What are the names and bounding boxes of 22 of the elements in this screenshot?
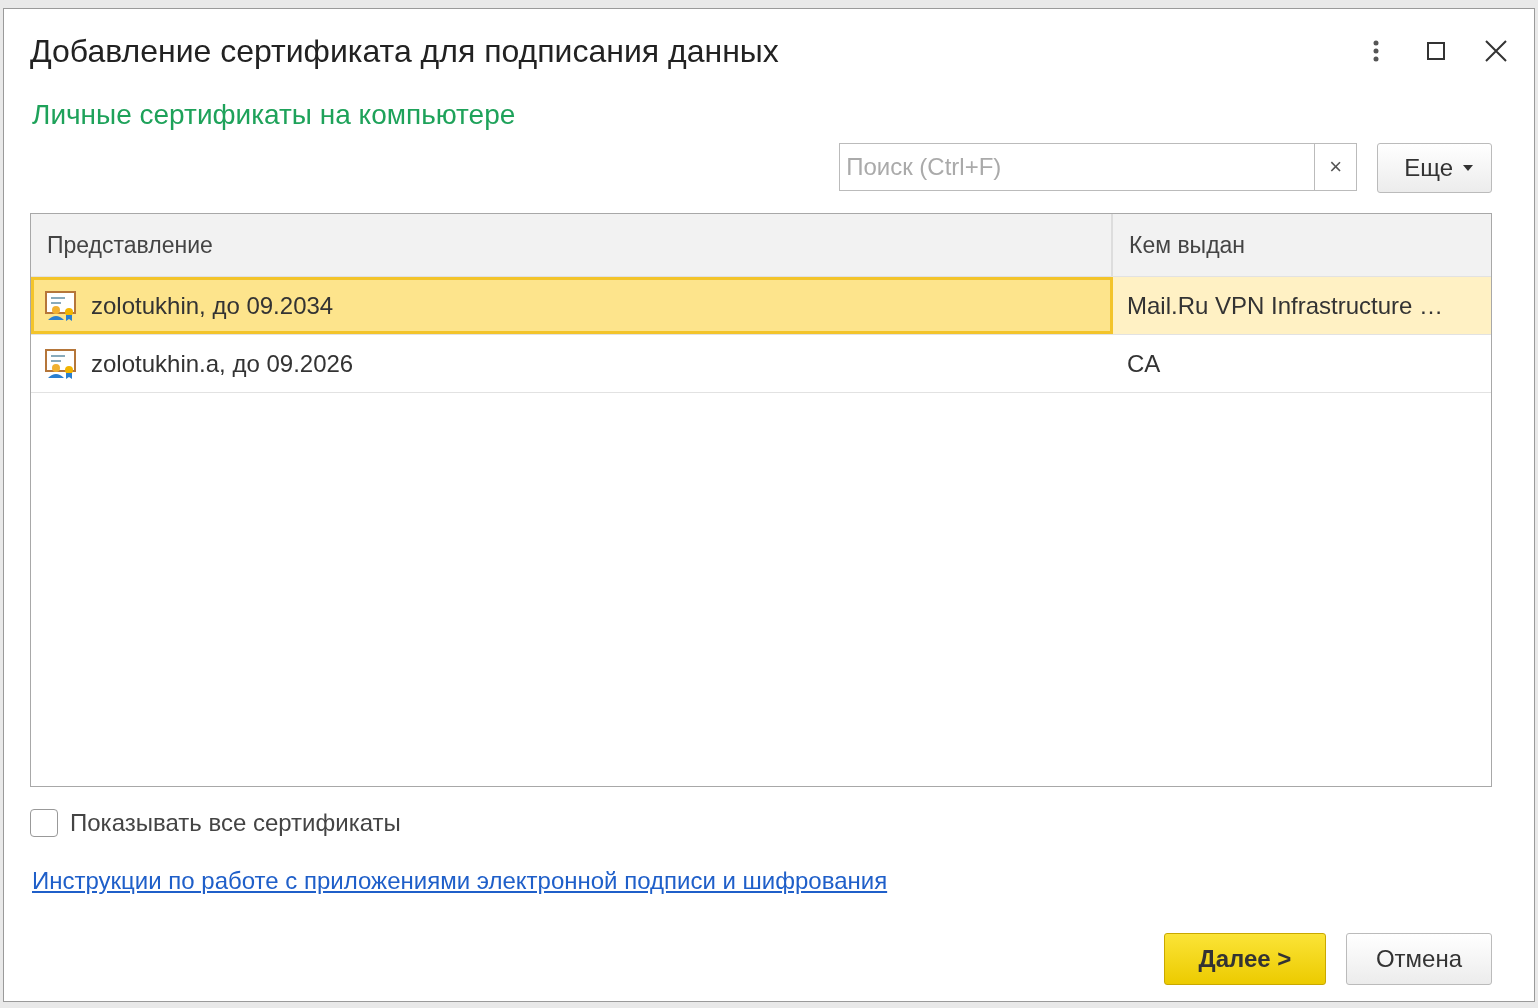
- cancel-button[interactable]: Отмена: [1346, 933, 1492, 985]
- section-subtitle: Личные сертификаты на компьютере: [32, 99, 516, 131]
- certificate-name: zolotukhin, до 09.2034: [91, 291, 334, 320]
- certificate-icon: [45, 290, 77, 321]
- caret-icon: [1463, 165, 1473, 171]
- more-button[interactable]: Еще: [1377, 143, 1492, 193]
- next-button[interactable]: Далее >: [1164, 933, 1326, 985]
- certificate-icon: [45, 348, 77, 379]
- instructions-link[interactable]: Инструкции по работе с приложениями электронной подписи и шифрования: [32, 867, 888, 895]
- close-icon: [1485, 40, 1507, 62]
- more-options-icon: [1373, 40, 1379, 62]
- window-title: Добавление сертификата для подписания данных: [30, 32, 780, 70]
- table-row[interactable]: zolotukhin, до 09.2034 Mail.Ru VPN Infrastructure …: [31, 277, 1491, 335]
- search-field[interactable]: Поиск (Ctrl+F) ×: [839, 143, 1358, 191]
- issuer-name: CA: [1127, 349, 1161, 378]
- checkbox[interactable]: [30, 809, 58, 837]
- issuer-name: Mail.Ru VPN Infrastructure …: [1127, 291, 1444, 320]
- column-header[interactable]: Кем выдан: [1113, 214, 1491, 276]
- checkbox-label: Показывать все сертификаты: [70, 809, 401, 837]
- certificate-name: zolotukhin.a, до 09.2026: [91, 349, 354, 378]
- column-header[interactable]: Представление: [31, 214, 1113, 276]
- maximize-icon: [1427, 42, 1445, 60]
